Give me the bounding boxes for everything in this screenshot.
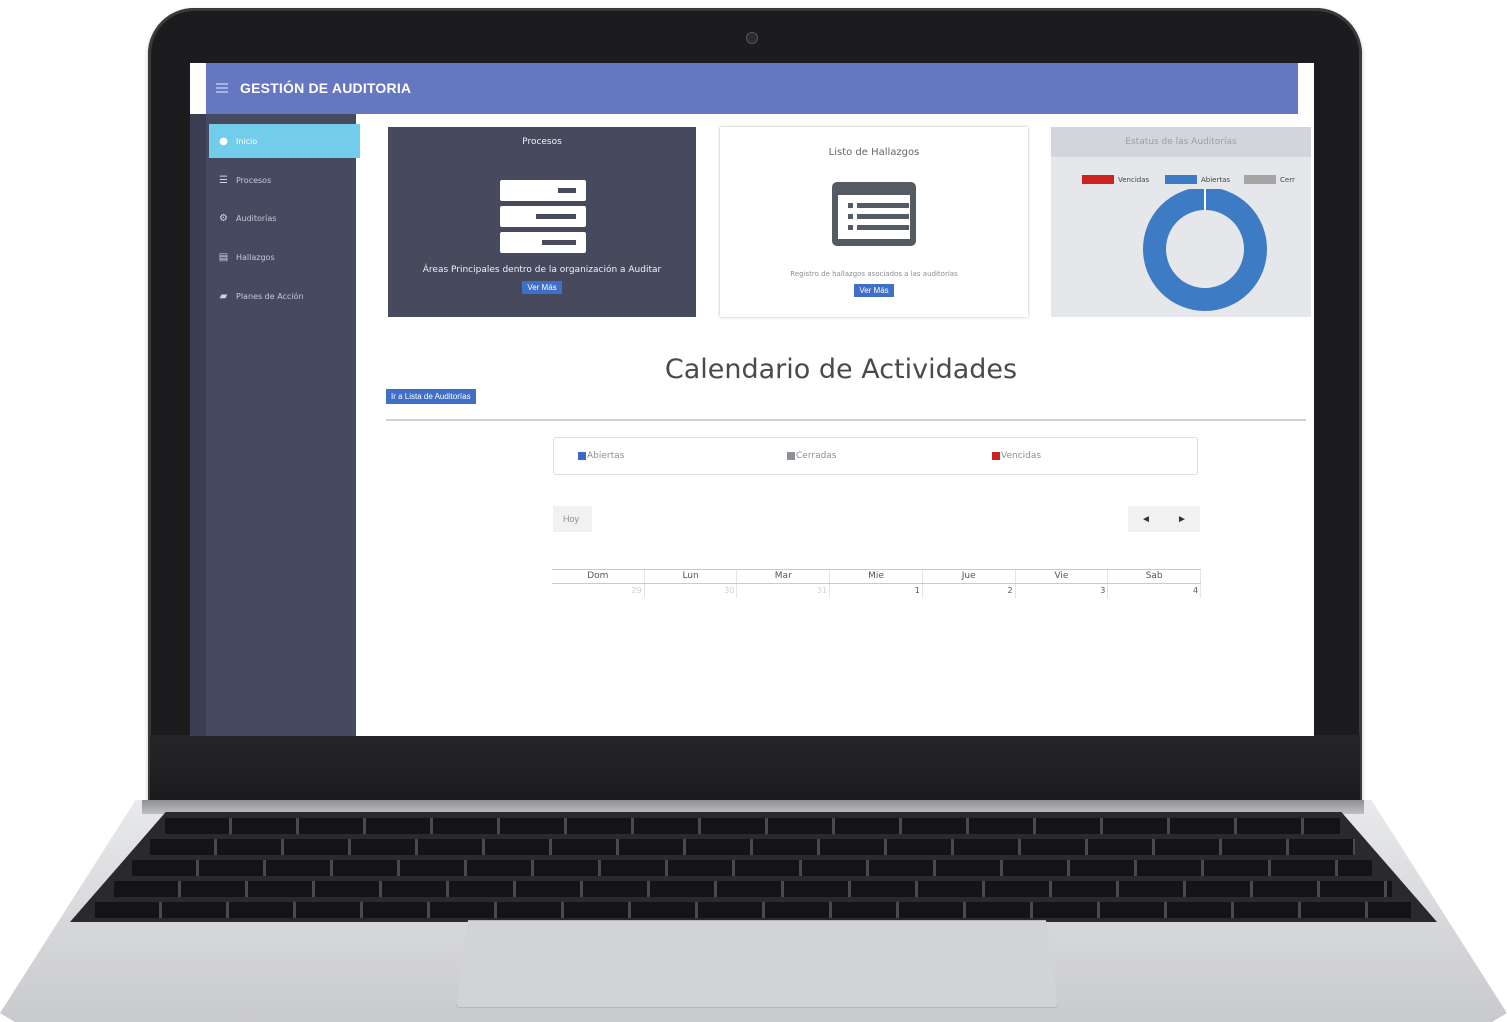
hallazgos-card: Listo de Hallazgos Registro de hallazgos… — [720, 127, 1028, 317]
book-icon: ▰ — [219, 290, 228, 302]
calendar-weekday-header: Dom Lun Mar Mie Jue Vie Sab — [552, 569, 1202, 584]
legend-item-vencidas: Vencidas — [992, 451, 1041, 461]
divider — [386, 419, 1306, 421]
card-description: Registro de hallazgos asociados a las au… — [790, 270, 958, 278]
ir-lista-auditorias-button[interactable]: Ir a Lista de Auditorías — [386, 389, 476, 404]
chart-legend-item: Vencidas — [1082, 175, 1149, 184]
weekday-label: Jue — [923, 570, 1016, 583]
weekday-label: Mie — [830, 570, 923, 583]
app-title: GESTIÓN DE AUDITORIA — [240, 80, 412, 96]
card-title: Listo de Hallazgos — [828, 147, 920, 158]
calendar-title: Calendario de Actividades — [664, 354, 1018, 385]
calendar-legend: Abiertas Cerradas Vencidas — [553, 437, 1198, 475]
calendar-day-cell[interactable]: 29 — [552, 584, 645, 598]
card-title: Estatus de las Auditorías — [1051, 127, 1311, 157]
estatus-card: Estatus de las Auditorías Vencidas Abier… — [1051, 127, 1311, 317]
calendar-day-cell[interactable]: 3 — [1016, 584, 1109, 598]
ver-mas-button[interactable]: Ver Más — [854, 284, 894, 297]
legend-item-abiertas: Abiertas — [578, 451, 624, 461]
main-content: Procesos Áreas Principales dentro de la … — [367, 114, 1314, 736]
calendar-week-row: 29 30 31 1 2 3 4 — [552, 584, 1202, 598]
calendar-grid: Dom Lun Mar Mie Jue Vie Sab 29 30 31 1 2… — [552, 569, 1202, 598]
top-navbar: GESTIÓN DE AUDITORIA — [206, 63, 1298, 114]
weekday-label: Dom — [552, 570, 645, 583]
weekday-label: Sab — [1108, 570, 1202, 583]
weekday-label: Mar — [737, 570, 831, 583]
calendar-day-cell[interactable]: 2 — [923, 584, 1016, 598]
calendar-day-cell[interactable]: 1 — [830, 584, 923, 598]
calendar-section: Calendario de Actividades Ir a Lista de … — [376, 336, 1306, 736]
list-icon — [832, 182, 916, 246]
card-description: Áreas Principales dentro de la organizac… — [422, 265, 662, 275]
ver-mas-button[interactable]: Ver Más — [522, 281, 562, 294]
weekday-label: Lun — [645, 570, 738, 583]
sidebar-item-label: Inicio — [236, 136, 258, 146]
calendar-day-cell[interactable]: 31 — [737, 584, 831, 598]
keyboard — [70, 812, 1437, 922]
webcam-icon — [746, 32, 758, 44]
procesos-card: Procesos Áreas Principales dentro de la … — [388, 127, 696, 317]
legend-item-cerradas: Cerradas — [787, 451, 837, 461]
screen: GESTIÓN DE AUDITORIA ● Inicio ☰ Procesos… — [190, 63, 1314, 736]
list-icon: ▤ — [218, 251, 229, 263]
screen-bezel — [150, 735, 1360, 805]
sidebar-item-planes-de-accion[interactable]: ▰ Planes de Acción — [209, 279, 360, 313]
sidebar-item-label: Auditorías — [236, 213, 277, 223]
sidebar-item-auditorias[interactable]: ⚙ Auditorías — [209, 201, 360, 235]
calendar-day-cell[interactable]: 4 — [1108, 584, 1202, 598]
server-icon — [500, 180, 586, 258]
server-icon: ☰ — [219, 174, 228, 186]
touchpad — [456, 920, 1058, 1008]
sidebar: ● Inicio ☰ Procesos ⚙ Auditorías ▤ Halla… — [190, 114, 360, 736]
donut-chart — [1143, 189, 1267, 311]
today-button[interactable]: Hoy — [553, 506, 592, 532]
weekday-label: Vie — [1016, 570, 1109, 583]
chart-legend-item: Cerr — [1244, 175, 1295, 184]
sidebar-item-hallazgos[interactable]: ▤ Hallazgos — [209, 240, 360, 274]
dashboard-icon: ● — [219, 135, 228, 147]
sidebar-item-label: Procesos — [236, 175, 272, 185]
laptop-hinge — [142, 800, 1364, 814]
cogs-icon: ⚙ — [219, 212, 228, 224]
sidebar-item-label: Planes de Acción — [236, 291, 304, 301]
calendar-day-cell[interactable]: 30 — [645, 584, 738, 598]
sidebar-item-procesos[interactable]: ☰ Procesos — [209, 163, 360, 197]
chart-legend-item: Abiertas — [1165, 175, 1230, 184]
prev-month-icon[interactable]: ◄ — [1128, 506, 1164, 532]
hamburger-menu-icon[interactable] — [216, 83, 228, 93]
card-title: Procesos — [522, 137, 562, 147]
donut-slice-abiertas[interactable] — [1143, 189, 1267, 311]
sidebar-item-label: Hallazgos — [236, 252, 275, 262]
next-month-icon[interactable]: ► — [1164, 506, 1200, 532]
sidebar-item-inicio[interactable]: ● Inicio — [209, 124, 360, 158]
